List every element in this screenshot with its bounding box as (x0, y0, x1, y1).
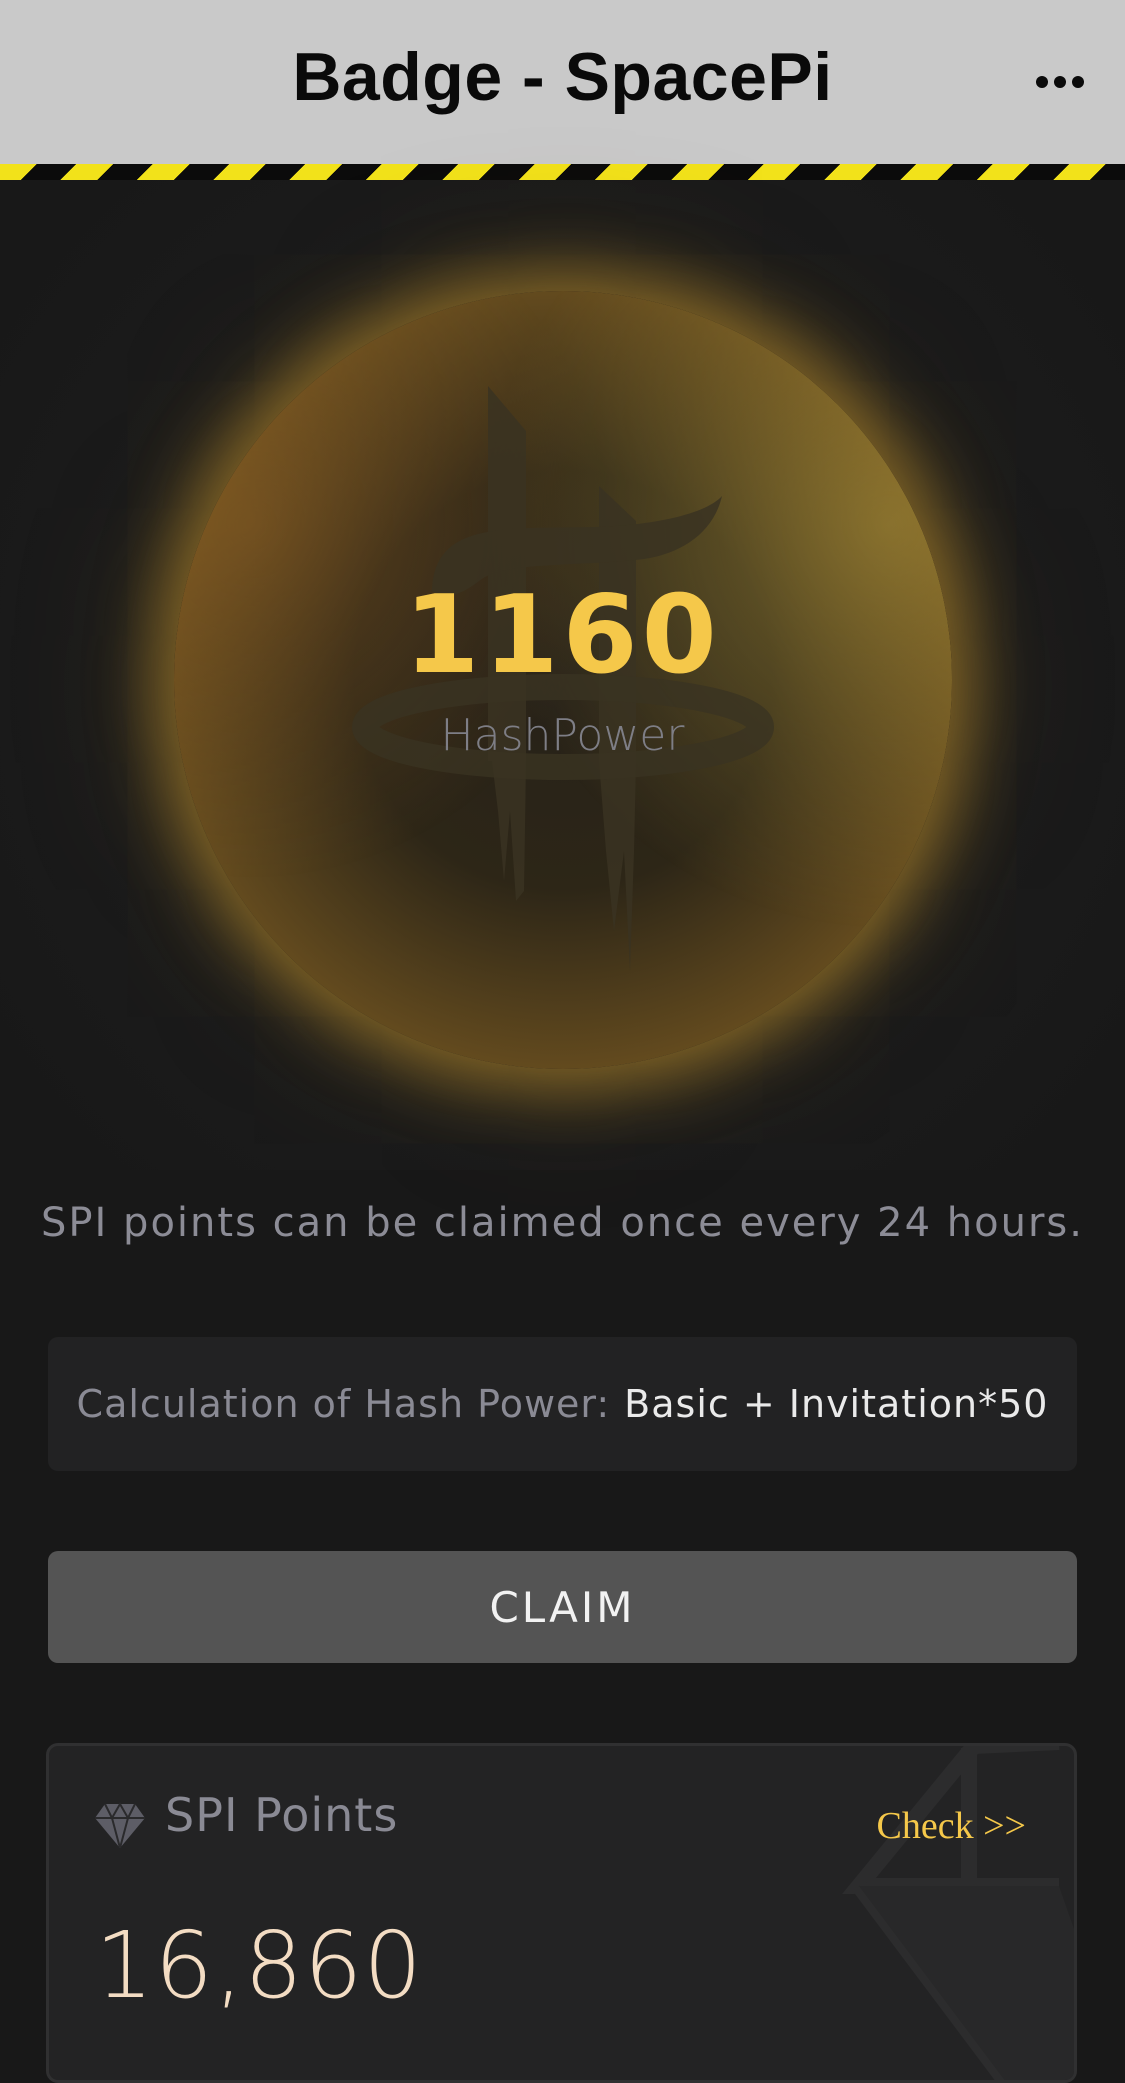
hashpower-value: 1160 (404, 573, 721, 698)
more-horizontal-icon (1036, 76, 1048, 88)
check-link[interactable]: Check >> (877, 1804, 1026, 1848)
calculation-label: Calculation of Hash Power: (76, 1382, 611, 1426)
hazard-stripe (0, 164, 1125, 180)
more-dot (1054, 76, 1066, 88)
calculation-formula: Basic + Invitation*50 (624, 1382, 1049, 1426)
more-options-button[interactable] (1025, 52, 1095, 112)
claim-frequency-note: SPI points can be claimed once every 24 … (41, 1200, 1084, 1246)
spi-points-card: SPI Points Check >> 16,860 (46, 1743, 1077, 2083)
hashpower-calculation: Calculation of Hash Power: Basic + Invit… (48, 1337, 1077, 1471)
app-header: Badge - SpacePi (0, 0, 1125, 164)
hashpower-label: HashPower (440, 710, 685, 761)
more-dot (1072, 76, 1084, 88)
claim-button[interactable]: CLAIM (48, 1551, 1077, 1663)
hashpower-hero: 1160 HashPower (0, 180, 1125, 1170)
page-title: Badge - SpacePi (292, 39, 833, 115)
spi-points-value: 16,860 (95, 1912, 423, 2019)
diamond-icon (95, 1802, 145, 1848)
spi-points-title: SPI Points (165, 1788, 399, 1842)
